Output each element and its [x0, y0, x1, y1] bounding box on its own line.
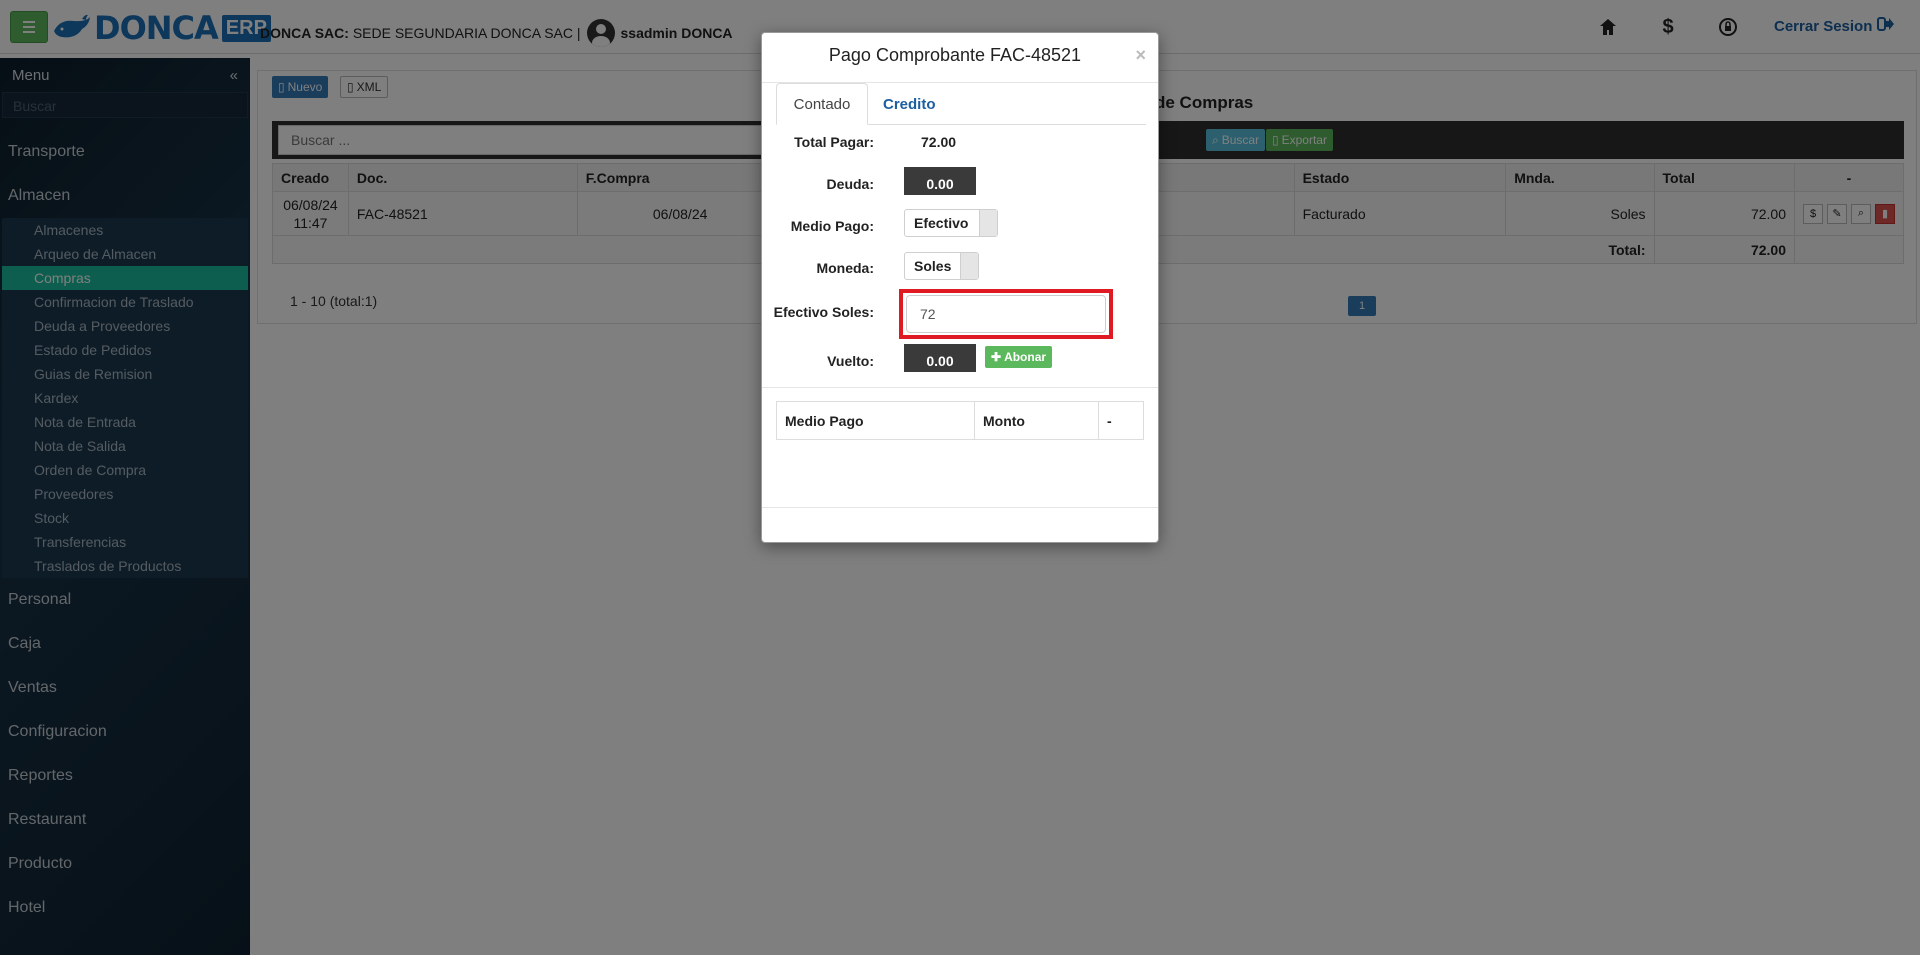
moneda-label: Moneda:: [816, 260, 874, 276]
close-icon[interactable]: ×: [1135, 45, 1146, 66]
vuelto-label: Vuelto:: [827, 353, 874, 369]
medio-pago-value: Efectivo: [914, 215, 969, 231]
moneda-select[interactable]: Soles: [904, 252, 979, 280]
col-monto: Monto: [974, 401, 1099, 440]
vuelto-value: 0.00: [904, 344, 976, 372]
abonar-label: Abonar: [1004, 350, 1047, 364]
deuda-value: 0.00: [904, 167, 976, 195]
dropdown-caret-icon: [960, 253, 978, 279]
tab-credito[interactable]: Credito: [868, 83, 951, 125]
efectivo-input[interactable]: [906, 295, 1106, 333]
abonar-button[interactable]: ✚ Abonar: [985, 346, 1053, 368]
payments-table: Medio Pago Monto -: [776, 401, 1144, 440]
payment-modal: Pago Comprobante FAC-48521 × Contado Cre…: [761, 32, 1159, 543]
modal-footer-divider: [762, 507, 1158, 508]
col-actions: -: [1098, 401, 1144, 440]
total-pagar-value: 72.00: [921, 134, 957, 150]
deuda-label: Deuda:: [826, 176, 874, 192]
payments-header-row: Medio Pago Monto -: [776, 401, 1144, 440]
modal-divider: [762, 387, 1158, 388]
medio-pago-select[interactable]: Efectivo: [904, 209, 998, 237]
tab-contado[interactable]: Contado: [776, 83, 868, 125]
modal-title: Pago Comprobante FAC-48521: [828, 45, 1082, 65]
moneda-value: Soles: [914, 258, 952, 274]
payment-tabs: Contado Credito: [776, 83, 1146, 125]
col-medio-pago: Medio Pago: [776, 401, 975, 440]
dropdown-caret-icon: [979, 210, 997, 236]
medio-pago-label: Medio Pago:: [790, 218, 874, 234]
app-root: DONCA ERP DONCA SAC: SEDE SEGUNDARIA DON…: [0, 0, 1920, 955]
plus-icon: ✚: [991, 350, 1002, 364]
efectivo-label: Efectivo Soles:: [773, 304, 874, 320]
total-pagar-label: Total Pagar:: [794, 134, 874, 150]
